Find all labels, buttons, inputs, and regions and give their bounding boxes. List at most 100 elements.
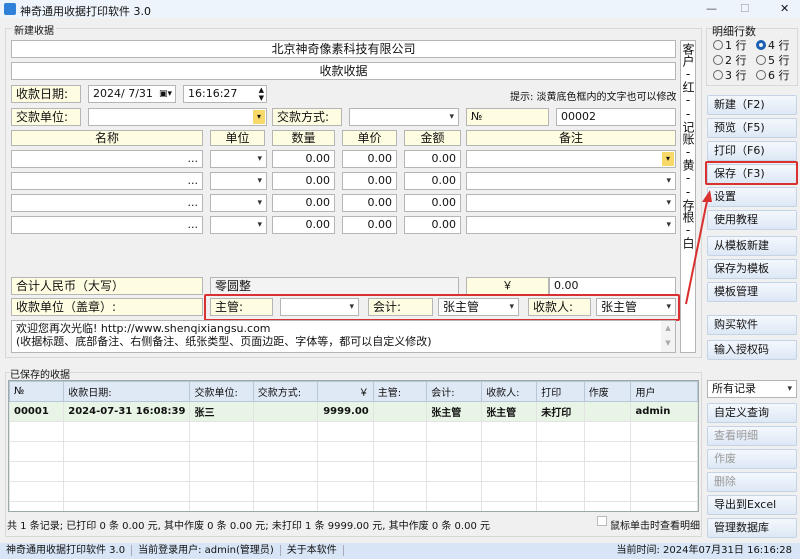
item-qty-input[interactable]: 0.00 [272,216,335,234]
col-amount[interactable]: 金额 [404,130,461,146]
records-filter-select[interactable]: 所有记录 [707,380,797,398]
column-header[interactable]: 交款方式: [252,381,318,402]
item-price-input[interactable]: 0.00 [342,150,397,168]
payer-combo[interactable]: ▾ [88,108,267,126]
item-remark-combo[interactable] [466,172,676,190]
enter-license-button[interactable]: 输入授权码 [707,340,797,360]
export-excel-button[interactable]: 导出到Excel [707,495,797,515]
preview-button[interactable]: 预览（F5) [707,118,797,138]
new-from-template-button[interactable]: 从模板新建 [707,236,797,256]
item-price-input[interactable]: 0.00 [342,216,397,234]
item-remark-combo[interactable] [466,194,676,212]
col-name[interactable]: 名称 [11,130,203,146]
number-label[interactable]: № [466,108,549,126]
item-unit-combo[interactable] [210,150,267,168]
rows-option[interactable]: 2 行 [713,52,747,68]
column-header[interactable]: 作废 [583,381,632,402]
save-as-template-button[interactable]: 保存为模板 [707,259,797,279]
date-picker[interactable]: 2024/ 7/31 ▣▾ [88,85,176,103]
void-button[interactable]: 作废 [707,449,797,469]
about-link[interactable]: 关于本软件 [280,545,344,556]
cashier-combo[interactable]: 张主管 [596,298,676,316]
rows-option[interactable]: 3 行 [713,67,747,83]
item-qty-input[interactable]: 0.00 [272,150,335,168]
item-amount-input[interactable]: 0.00 [404,172,461,190]
calendar-icon[interactable]: ▣▾ [159,86,172,102]
item-name-input[interactable]: ... [11,216,203,234]
col-remark[interactable]: 备注 [466,130,676,146]
column-header[interactable]: 会计: [426,381,483,402]
company-input[interactable]: 北京神奇像素科技有限公司 [11,40,676,58]
accountant-label[interactable]: 会计: [368,298,433,316]
buy-button[interactable]: 购买软件 [707,315,797,335]
records-table[interactable]: № 收款日期: 交款单位: 交款方式: ￥ 主管: 会计: 收款人: 打印 作废 用户 00001 20… [8,380,699,512]
item-name-input[interactable]: ... [11,172,203,190]
table-cell: admin [630,401,698,422]
tutorial-button[interactable]: 使用教程 [707,210,797,230]
total-words-label[interactable]: 合计人民币（大写） [11,277,203,295]
item-unit-combo[interactable] [210,172,267,190]
bottom-note-textarea[interactable]: 欢迎您再次光临! http://www.shenqixiangsu.com (收… [11,320,676,353]
column-header[interactable]: 用户 [630,381,698,402]
method-combo[interactable] [349,108,459,126]
payer-label[interactable]: 交款单位: [11,108,81,126]
seal-label[interactable]: 收款单位（盖章）: [11,298,203,316]
item-name-input[interactable]: ... [11,150,203,168]
item-unit-combo[interactable] [210,194,267,212]
item-amount-input[interactable]: 0.00 [404,216,461,234]
column-header[interactable]: 交款单位: [189,381,254,402]
item-amount-input[interactable]: 0.00 [404,194,461,212]
col-qty[interactable]: 数量 [272,130,335,146]
time-spinner[interactable]: ▲ ▼ [259,86,264,102]
manage-db-button[interactable]: 管理数据库 [707,518,797,538]
item-qty-input[interactable]: 0.00 [272,194,335,212]
table-row[interactable]: 00001 2024-07-31 16:08:39 张三 9999.00 张主管 张主管未… [9,401,698,422]
item-name-input[interactable]: ... [11,194,203,212]
settings-button[interactable]: 设置 [707,187,797,207]
template-manage-button[interactable]: 模板管理 [707,282,797,302]
cashier-label[interactable]: 收款人: [528,298,591,316]
column-header[interactable]: ￥ [316,381,374,402]
time-input[interactable]: 16:16:27 ▲ ▼ [183,85,267,103]
number-input[interactable]: 00002 [556,108,676,126]
column-header[interactable]: 收款人: [481,381,538,402]
rows-option[interactable]: 5 行 [756,52,790,68]
print-button[interactable]: 打印（F6) [707,141,797,161]
dropdown-arrow-icon[interactable]: ▾ [253,110,265,124]
item-price-input[interactable]: 0.00 [342,172,397,190]
item-qty-input[interactable]: 0.00 [272,172,335,190]
column-header[interactable]: № [9,381,65,402]
new-button[interactable]: 新建（F2) [707,95,797,115]
col-price[interactable]: 单价 [342,130,397,146]
manager-label[interactable]: 主管: [210,298,273,316]
column-header[interactable]: 打印 [536,381,585,402]
date-label[interactable]: 收款日期: [11,85,81,103]
table-cell: 张主管 [426,401,483,422]
item-price-input[interactable]: 0.00 [342,194,397,212]
column-header[interactable]: 主管: [372,381,428,402]
custom-query-button[interactable]: 自定义查询 [707,403,797,423]
radio-icon [713,40,723,50]
item-remark-combo[interactable] [466,216,676,234]
item-amount-input[interactable]: 0.00 [404,150,461,168]
item-unit-combo[interactable] [210,216,267,234]
dropdown-arrow-icon[interactable]: ▾ [662,152,674,166]
rows-option[interactable]: 6 行 [756,67,790,83]
receipt-title-input[interactable]: 收款收据 [11,62,676,80]
view-detail-button[interactable]: 查看明细 [707,426,797,446]
column-header[interactable]: 收款日期: [63,381,191,402]
accountant-combo[interactable]: 张主管 [438,298,519,316]
col-unit[interactable]: 单位 [210,130,265,146]
click-detail-checkbox[interactable] [597,516,607,526]
minimize-button[interactable]: — [706,2,717,15]
close-button[interactable]: ✕ [780,2,789,15]
delete-button[interactable]: 删除 [707,472,797,492]
method-label[interactable]: 交款方式: [272,108,342,126]
manager-combo[interactable] [280,298,359,316]
item-remark-combo[interactable]: ▾ [466,150,676,168]
scrollbar[interactable]: ▲ ▼ [661,321,675,352]
rows-option[interactable]: 1 行 [713,37,747,53]
maximize-button[interactable]: ☐ [740,2,750,15]
yen-label[interactable]: ￥ [466,277,549,295]
rows-option[interactable]: 4 行 [756,37,790,53]
